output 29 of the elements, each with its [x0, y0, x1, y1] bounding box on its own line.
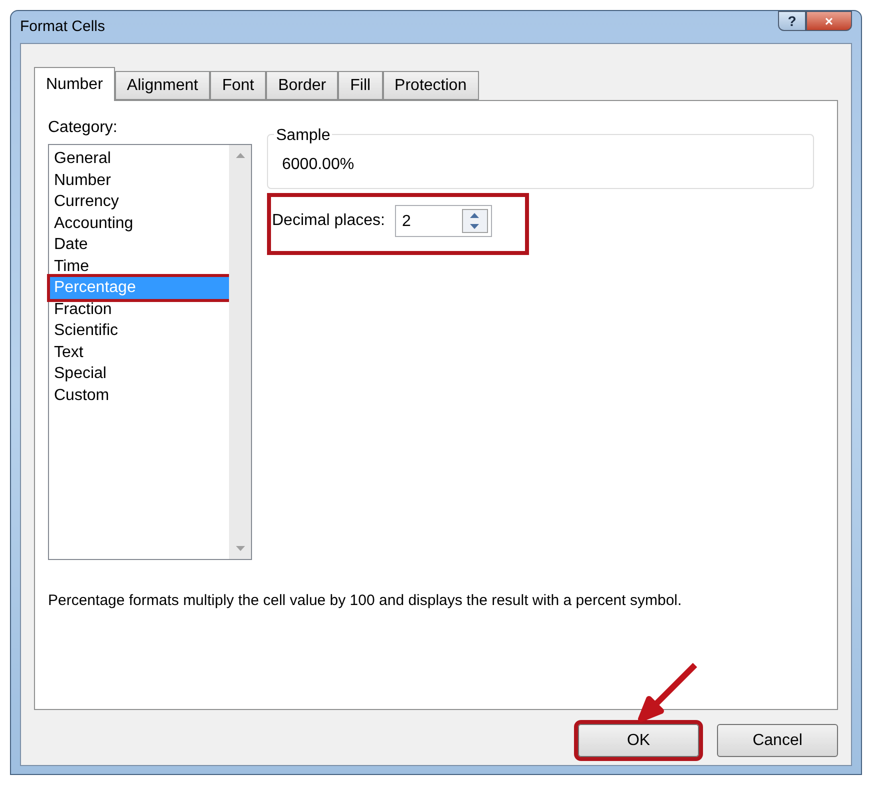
spin-up-icon[interactable] — [470, 213, 480, 218]
help-button[interactable]: ? — [778, 11, 806, 31]
tab[interactable]: Border — [266, 71, 338, 100]
list-item[interactable]: Custom — [50, 384, 229, 406]
decimal-places-label: Decimal places: — [272, 211, 385, 231]
spin-buttons[interactable] — [462, 209, 488, 233]
tab[interactable]: Number — [34, 67, 115, 101]
list-item[interactable]: General — [50, 148, 229, 170]
list-item[interactable]: Accounting — [50, 212, 229, 234]
list-item[interactable]: Number — [50, 170, 229, 191]
decimal-places-field[interactable]: 2 — [394, 205, 492, 237]
tab[interactable]: Alignment — [114, 71, 210, 100]
list-item[interactable]: Date — [50, 234, 229, 256]
sample-value: 6000.00% — [282, 156, 354, 173]
format-description: Percentage formats multiply the cell value by 100 and displays the result with a percent symbol. — [48, 591, 683, 611]
tab[interactable]: Font — [210, 71, 266, 100]
list-item[interactable]: Fraction — [50, 298, 229, 320]
pointer-arrow — [637, 663, 699, 723]
list-item[interactable]: Special — [50, 363, 229, 384]
list-item[interactable]: Currency — [50, 191, 229, 212]
category-label: Category: — [48, 118, 118, 138]
cancel-button[interactable]: Cancel — [717, 724, 838, 757]
list-item[interactable]: Time — [50, 256, 229, 277]
list-item[interactable]: Text — [50, 342, 229, 363]
list-item[interactable]: Scientific — [50, 320, 229, 342]
window-title: Format Cells — [20, 16, 106, 37]
tab[interactable]: Fill — [338, 71, 383, 100]
spin-down-icon[interactable] — [470, 224, 480, 229]
tab[interactable]: Protection — [382, 71, 479, 100]
